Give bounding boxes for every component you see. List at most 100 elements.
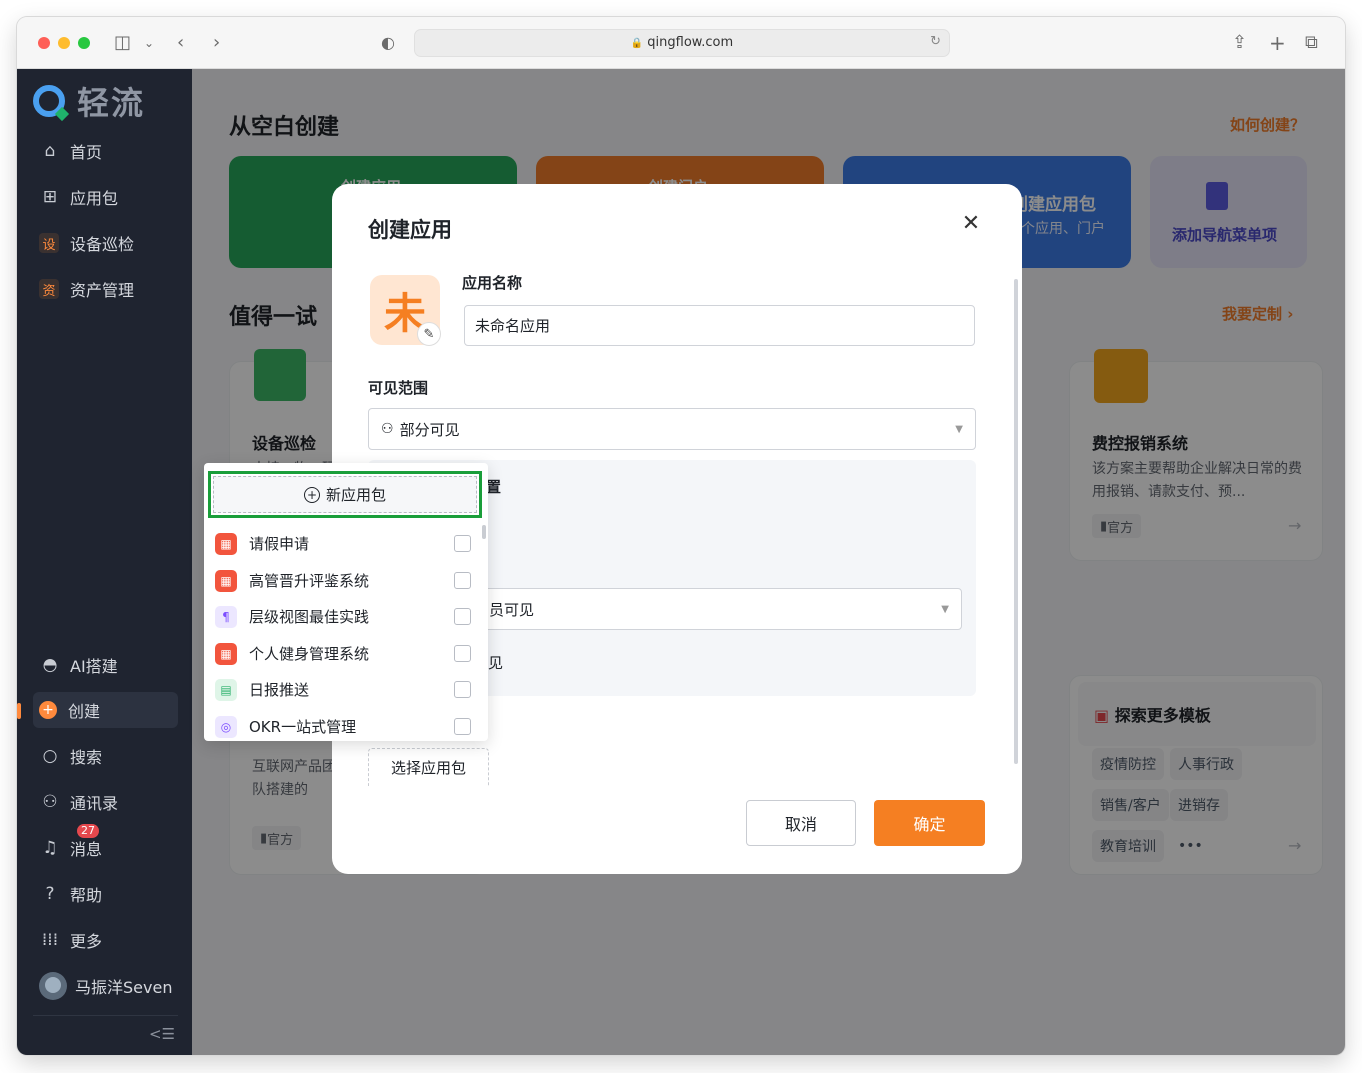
- choose-package-button[interactable]: 选择应用包: [368, 748, 489, 786]
- member-visibility-select[interactable]: 员可见 ▼: [484, 588, 962, 630]
- logo[interactable]: 轻流: [33, 81, 145, 122]
- user-name: 马振洋Seven: [75, 978, 173, 997]
- visibility-select[interactable]: ⚇ 部分可见 ▼: [368, 408, 976, 450]
- package-checkbox[interactable]: [454, 572, 471, 589]
- package-option-label: 请假申请: [249, 535, 310, 553]
- sidebar-item-messages[interactable]: ♫ 27 消息: [33, 824, 178, 866]
- active-indicator: [17, 703, 21, 719]
- package-option[interactable]: ▦ 高管晋升评鉴系统: [204, 562, 488, 599]
- package-option-label: OKR一站式管理: [249, 718, 357, 736]
- sidebar-item-help[interactable]: ? 帮助: [33, 876, 178, 912]
- app-name-label: 应用名称: [462, 274, 523, 292]
- new-package-button[interactable]: + 新应用包: [213, 476, 477, 513]
- search-icon: ○: [42, 746, 58, 766]
- sidebar-item-ai-build[interactable]: ◓ AI搭建: [33, 647, 178, 683]
- avatar: [39, 972, 67, 1000]
- sidebar-item-label: 通讯录: [70, 794, 119, 813]
- chevron-down-icon[interactable]: ⌄: [144, 31, 154, 55]
- package-checkbox[interactable]: [454, 718, 471, 735]
- sidebar-user-profile[interactable]: 马振洋Seven: [33, 968, 178, 1004]
- sidebar-item-home[interactable]: ⌂ 首页: [33, 133, 178, 169]
- package-checkbox[interactable]: [454, 645, 471, 662]
- plus-circle-icon: +: [303, 486, 320, 503]
- package-option[interactable]: ▤ 日报推送: [204, 671, 488, 708]
- member-visibility-value: 员可见: [489, 600, 535, 619]
- sidebar-toggle-icon[interactable]: ◫: [114, 31, 131, 55]
- sidebar-item-label: 搜索: [70, 748, 103, 767]
- building-icon: ▦: [215, 569, 237, 592]
- new-package-label: 新应用包: [325, 486, 386, 504]
- cancel-button[interactable]: 取消: [746, 800, 856, 846]
- minimize-window-button[interactable]: [58, 37, 70, 49]
- reload-icon[interactable]: ↻: [930, 34, 941, 49]
- sidebar-item-label: 帮助: [70, 886, 103, 905]
- confirm-button[interactable]: 确定: [874, 800, 985, 846]
- package-checkbox[interactable]: [454, 681, 471, 698]
- logo-icon: [33, 85, 65, 117]
- building-icon: ▦: [215, 532, 237, 555]
- app-name-input[interactable]: [464, 305, 975, 346]
- back-icon[interactable]: ‹: [177, 31, 184, 55]
- visibility-label: 可见范围: [368, 379, 429, 397]
- bell-icon: ♫: [42, 838, 58, 858]
- package-option[interactable]: ▦ 请假申请: [204, 525, 488, 562]
- plus-icon: +: [39, 701, 57, 719]
- new-package-highlight: + 新应用包: [208, 471, 482, 518]
- app-badge-icon: 资: [39, 279, 59, 299]
- new-tab-icon[interactable]: +: [1269, 31, 1286, 55]
- more-icon: ⁞⁞⁞: [41, 930, 59, 950]
- package-option[interactable]: ▦ 个人健身管理系统: [204, 635, 488, 672]
- package-checkbox[interactable]: [454, 608, 471, 625]
- sidebar-divider: [33, 1015, 178, 1016]
- browser-window: ◫ ⌄ ‹ › ◐ 🔒 qingflow.com ↻ ⇪ + ⧉ 轻流 ⌂ 首页 …: [17, 17, 1345, 1055]
- share-icon[interactable]: ⇪: [1232, 31, 1247, 55]
- package-checkbox[interactable]: [454, 535, 471, 552]
- target-icon: ◎: [215, 715, 237, 738]
- edit-icon[interactable]: ✎: [417, 322, 441, 346]
- sidebar-item-device-inspection[interactable]: 设 设备巡检: [33, 225, 178, 261]
- package-option-label: 层级视图最佳实践: [249, 608, 370, 626]
- collapse-sidebar-icon[interactable]: <☰: [149, 1025, 175, 1043]
- caret-down-icon: ▼: [955, 424, 963, 435]
- building-icon: ▦: [215, 642, 237, 665]
- panel-label-fragment: 置: [486, 478, 502, 496]
- address-bar[interactable]: 🔒 qingflow.com ↻: [414, 29, 950, 57]
- sidebar-item-label: 设备巡检: [70, 235, 135, 254]
- modal-scrollbar[interactable]: [1014, 279, 1018, 764]
- zoom-window-button[interactable]: [78, 37, 90, 49]
- sidebar-item-label: 资产管理: [70, 281, 135, 300]
- sidebar-item-label: AI搭建: [70, 657, 118, 676]
- close-window-button[interactable]: [38, 37, 50, 49]
- package-option-label: 高管晋升评鉴系统: [249, 572, 370, 590]
- browser-toolbar: ◫ ⌄ ‹ › ◐ 🔒 qingflow.com ↻ ⇪ + ⧉: [17, 17, 1345, 69]
- sidebar-item-asset-management[interactable]: 资 资产管理: [33, 271, 178, 307]
- users-icon: ⚇: [381, 421, 394, 437]
- modal-title: 创建应用: [368, 218, 452, 242]
- caret-down-icon: ▼: [941, 604, 949, 615]
- lock-icon: 🔒: [630, 38, 644, 49]
- sidebar-item-contacts[interactable]: ⚇ 通讯录: [33, 784, 178, 820]
- sidebar-item-label: 消息: [70, 840, 103, 859]
- sidebar-item-search[interactable]: ○ 搜索: [33, 738, 178, 774]
- contacts-icon: ⚇: [42, 792, 58, 812]
- package-option[interactable]: ◎ OKR一站式管理: [204, 708, 488, 741]
- sidebar-item-more[interactable]: ⁞⁞⁞ 更多: [33, 922, 178, 958]
- sidebar-item-label: 应用包: [70, 189, 119, 208]
- package-option-label: 日报推送: [249, 681, 310, 699]
- url-text: qingflow.com: [647, 35, 734, 50]
- sidebar-item-app-packages[interactable]: ⊞ 应用包: [33, 179, 178, 215]
- sidebar-item-label: 更多: [70, 932, 103, 951]
- forward-icon[interactable]: ›: [213, 31, 220, 55]
- grid-icon: ⊞: [42, 187, 58, 207]
- tabs-overview-icon[interactable]: ⧉: [1305, 31, 1318, 55]
- panel-text-fragment: 见: [488, 654, 504, 672]
- sidebar-item-create[interactable]: + 创建: [33, 692, 178, 728]
- paint-roller-icon: ¶: [215, 605, 237, 628]
- ai-icon: ◓: [42, 655, 58, 675]
- shield-icon[interactable]: ◐: [381, 31, 395, 55]
- sidebar: 轻流 ⌂ 首页 ⊞ 应用包 设 设备巡检 资 资产管理 ◓ AI搭建 + 创建 …: [17, 69, 192, 1055]
- sidebar-item-label: 创建: [68, 702, 101, 721]
- visibility-value: 部分可见: [399, 420, 460, 439]
- close-icon[interactable]: ✕: [959, 212, 983, 236]
- package-option[interactable]: ¶ 层级视图最佳实践: [204, 598, 488, 635]
